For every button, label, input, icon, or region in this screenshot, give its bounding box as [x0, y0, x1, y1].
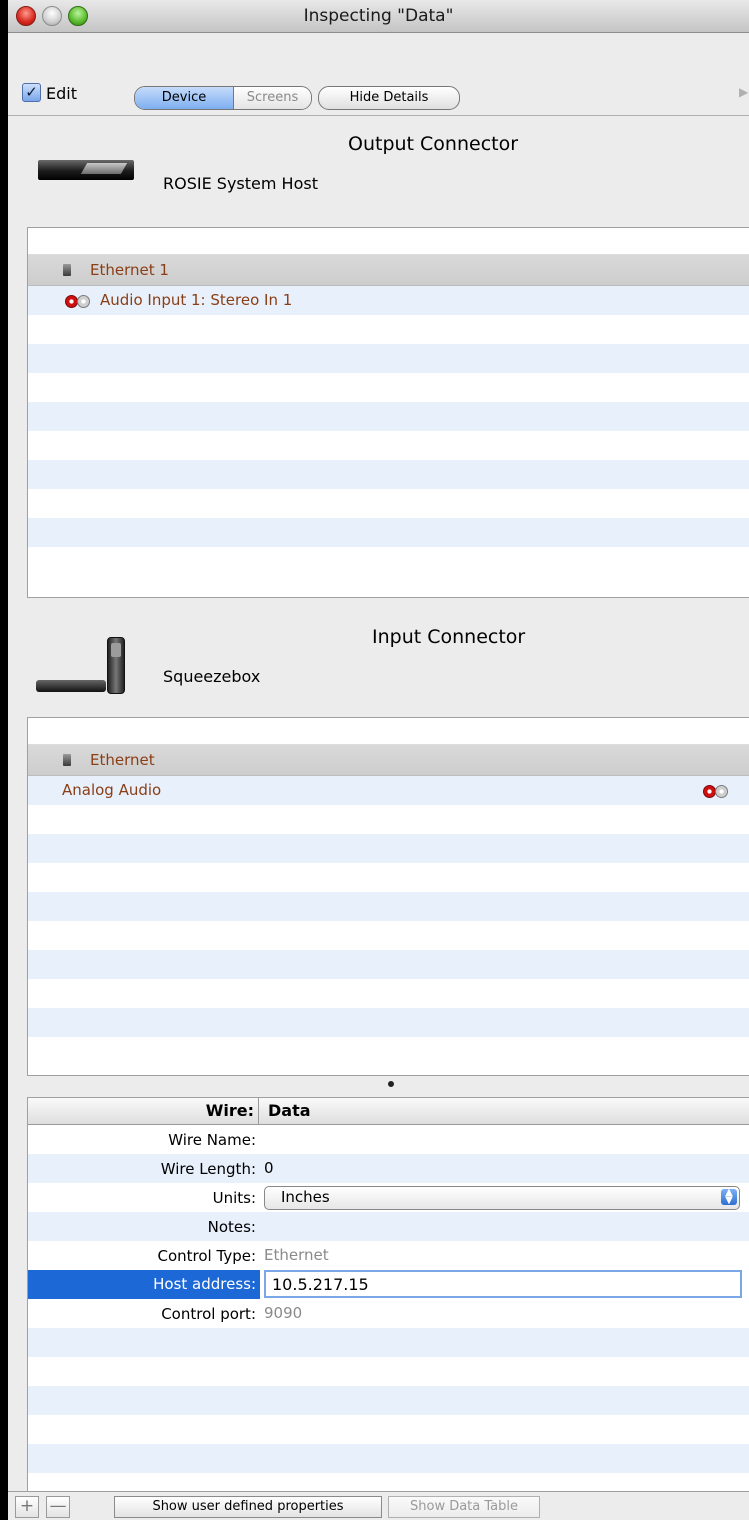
input-connector-heading: Input Connector — [372, 626, 526, 648]
empty-row — [28, 402, 749, 431]
notes-label: Notes: — [207, 1218, 256, 1236]
empty-row — [28, 921, 749, 950]
list-item[interactable]: Audio Input 1: Stereo In 1 — [28, 286, 749, 315]
host-device-image — [38, 160, 134, 180]
rca-white-jack-icon — [77, 295, 90, 308]
list-item[interactable]: Analog Audio — [28, 776, 749, 805]
squeezebox-remote-image — [107, 637, 125, 694]
wire-header-label: Wire: — [205, 1101, 254, 1120]
input-row-label: Analog Audio — [62, 781, 162, 799]
host-address-row[interactable]: Host address: — [28, 1270, 749, 1299]
input-device-name: Squeezebox — [163, 667, 261, 686]
output-group-label: Ethernet 1 — [90, 261, 169, 279]
empty-row — [28, 834, 749, 863]
empty-row — [28, 1037, 749, 1066]
units-selected-value: Inches — [281, 1188, 330, 1206]
remove-button[interactable]: — — [46, 1496, 70, 1518]
edit-checkbox[interactable]: ✓ — [22, 83, 41, 102]
host-address-input[interactable] — [264, 1270, 742, 1298]
control-port-value: 9090 — [264, 1304, 303, 1322]
bottom-bar: + — Show user defined properties Show Da… — [8, 1491, 749, 1520]
output-connector-heading: Output Connector — [348, 133, 519, 155]
segment-screens[interactable]: Screens — [234, 87, 311, 109]
wire-length-value[interactable]: 0 — [264, 1159, 274, 1177]
select-arrows-icon: ▲ ▼ — [721, 1188, 737, 1206]
wire-properties-table: Wire: Data Wire Name: Wire Length: 0 Uni… — [27, 1097, 749, 1492]
input-group-label: Ethernet — [90, 751, 155, 769]
empty-row — [28, 1444, 749, 1473]
squeezebox-base-image — [36, 680, 106, 692]
empty-row — [28, 431, 749, 460]
view-segmented-control: Device Screens — [134, 86, 312, 110]
empty-row — [28, 950, 749, 979]
output-device-name: ROSIE System Host — [163, 174, 318, 193]
notes-row[interactable]: Notes: — [28, 1212, 749, 1241]
control-port-label: Control port: — [161, 1305, 256, 1323]
toolbar-overflow-icon[interactable]: ▶ — [739, 85, 748, 99]
inspector-window: Inspecting "Data" ✓ Edit Device Screens … — [8, 0, 749, 1520]
empty-row — [28, 805, 749, 834]
title-bar[interactable]: Inspecting "Data" — [8, 0, 749, 33]
wire-length-label: Wire Length: — [160, 1160, 256, 1178]
empty-row — [28, 1386, 749, 1415]
wire-name-row[interactable]: Wire Name: — [28, 1125, 749, 1154]
split-view-handle[interactable] — [388, 1081, 394, 1087]
empty-row — [28, 344, 749, 373]
empty-row — [28, 489, 749, 518]
control-port-row: Control port: 9090 — [28, 1299, 749, 1328]
units-label: Units: — [212, 1189, 256, 1207]
wire-header: Wire: Data — [28, 1098, 749, 1125]
output-row-label: Audio Input 1: Stereo In 1 — [100, 291, 293, 309]
show-user-defined-properties-button[interactable]: Show user defined properties — [114, 1496, 382, 1518]
wire-header-value: Data — [268, 1101, 311, 1120]
empty-row — [28, 460, 749, 489]
hide-details-button[interactable]: Hide Details — [318, 86, 460, 110]
window-title: Inspecting "Data" — [303, 6, 454, 26]
control-type-row: Control Type: Ethernet — [28, 1241, 749, 1270]
segment-device[interactable]: Device — [135, 87, 234, 109]
empty-row — [28, 1328, 749, 1357]
toolbar: ✓ Edit Device Screens Hide Details ▶ — [8, 33, 749, 116]
host-address-label: Host address: — [28, 1270, 260, 1299]
empty-row — [28, 518, 749, 547]
empty-row — [28, 892, 749, 921]
edit-label[interactable]: Edit — [46, 84, 77, 103]
empty-row — [28, 1415, 749, 1444]
empty-row — [28, 315, 749, 344]
empty-row — [28, 1008, 749, 1037]
input-connector-list[interactable]: Ethernet Analog Audio — [27, 717, 749, 1076]
list-header — [28, 228, 749, 255]
list-header — [28, 718, 749, 745]
control-type-value: Ethernet — [264, 1246, 329, 1264]
output-group-row[interactable]: Ethernet 1 — [28, 255, 749, 286]
ethernet-port-icon — [63, 754, 71, 766]
wire-length-row[interactable]: Wire Length: 0 — [28, 1154, 749, 1183]
output-connector-list[interactable]: Ethernet 1 Audio Input 1: Stereo In 1 — [27, 227, 749, 598]
column-divider[interactable] — [258, 1098, 259, 1124]
empty-row — [28, 979, 749, 1008]
add-button[interactable]: + — [15, 1496, 39, 1518]
units-row: Units: Inches ▲ ▼ — [28, 1183, 749, 1212]
input-group-row[interactable]: Ethernet — [28, 745, 749, 776]
ethernet-port-icon — [63, 264, 71, 276]
empty-row — [28, 547, 749, 576]
units-select[interactable]: Inches ▲ ▼ — [264, 1186, 740, 1210]
rca-white-jack-icon — [715, 785, 728, 798]
empty-row — [28, 373, 749, 402]
show-data-table-button[interactable]: Show Data Table — [388, 1496, 540, 1518]
control-type-label: Control Type: — [157, 1247, 257, 1265]
wire-name-label: Wire Name: — [168, 1131, 256, 1149]
empty-row — [28, 1357, 749, 1386]
empty-row — [28, 863, 749, 892]
